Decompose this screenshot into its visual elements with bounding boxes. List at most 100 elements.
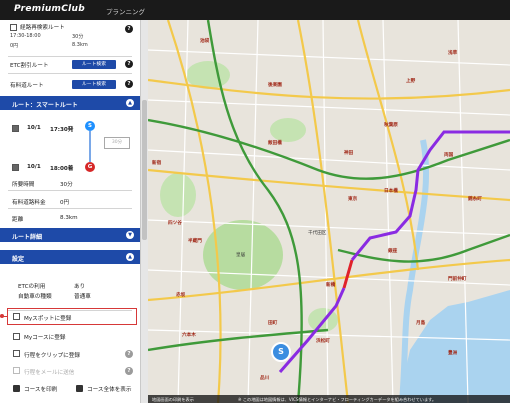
settings-title: 設定 <box>12 255 25 263</box>
stay-duration-pill[interactable]: 30分 <box>104 137 130 149</box>
smart-route-title: ルート：スマートルート <box>12 101 78 109</box>
map-label: 半蔵門 <box>188 239 202 244</box>
map-label: 上野 <box>406 79 416 84</box>
toll-route-label: 有料道ルート <box>10 83 44 89</box>
checkbox-icon <box>13 367 20 374</box>
route-line-red <box>342 259 354 289</box>
map-label: 錦糸町 <box>468 197 482 202</box>
map-label: 浅草 <box>448 51 458 56</box>
map-label: 秋葉原 <box>384 123 398 128</box>
divider <box>8 208 132 209</box>
end-date: 10/1 <box>27 164 41 170</box>
map-graphics <box>148 20 510 403</box>
collapse-chevron-icon[interactable]: ▲ <box>126 99 134 107</box>
route-connector-line <box>89 131 91 162</box>
help-icon[interactable]: ? <box>125 60 133 68</box>
bay-water <box>398 290 510 403</box>
start-time: 17:30発 <box>50 127 74 133</box>
map-label: 東京 <box>348 197 358 202</box>
vehicle-type-value: 普通車 <box>74 294 91 300</box>
print-course-link[interactable]: コースを印刷 <box>24 385 57 393</box>
settings-section-header[interactable]: 設定 ▲ <box>0 250 140 264</box>
etc-usage-label: ETCの利用 <box>18 284 46 290</box>
help-icon[interactable]: ? <box>125 367 133 375</box>
map-print-link[interactable]: 地図画面の印刷を表示 <box>152 397 194 403</box>
map-label: 神田 <box>344 151 354 156</box>
add-my-course-link[interactable]: Myコースに登録 <box>24 333 65 341</box>
route-type-icon <box>10 24 17 31</box>
collapse-chevron-icon[interactable]: ▲ <box>126 253 134 261</box>
map-label: 新宿 <box>152 161 162 166</box>
map-label: 後楽園 <box>268 83 282 88</box>
route-detail-section-header[interactable]: ルート詳細 ▼ <box>0 228 140 242</box>
route-sidebar: 経路再検索ルート 17:30-18:00 30分 0円 8.3km ? ETC割… <box>0 20 141 403</box>
toll-value: 0円 <box>60 200 70 206</box>
distance-label: 距離 <box>12 217 24 223</box>
etc-route-search-button[interactable]: ルート検索 <box>72 60 116 69</box>
toll-label: 有料道路料金 <box>12 200 46 206</box>
map-label: 赤坂 <box>176 293 186 298</box>
map-label: 品川 <box>260 376 270 381</box>
highlight-callout-box <box>7 308 137 325</box>
map-canvas[interactable]: 池袋 後楽園 上野 秋葉原 神田 東京 日本橋 銀座 新橋 浜松町 田町 品川 … <box>148 20 510 403</box>
print-icon[interactable] <box>13 385 20 392</box>
start-badge: S <box>85 121 95 131</box>
map-label: 田町 <box>268 321 278 326</box>
route-line-purple <box>278 287 346 373</box>
route-summary-time: 17:30-18:00 <box>10 33 41 39</box>
duration-label: 所要時間 <box>12 182 35 188</box>
toll-route-search-button[interactable]: ルート検索 <box>72 80 116 89</box>
send-mail-link: 行程をメールに送信 <box>24 370 75 376</box>
checkbox-icon[interactable] <box>13 350 20 357</box>
map-label: 飯田橋 <box>268 141 282 146</box>
route-summary-title: 経路再検索ルート <box>20 25 65 31</box>
route-summary-distance: 8.3km <box>72 42 88 48</box>
start-point-icon <box>12 125 19 132</box>
grid-icon[interactable] <box>76 385 83 392</box>
route-summary-duration: 30分 <box>72 34 84 40</box>
help-icon[interactable]: ? <box>125 25 133 33</box>
divider <box>8 190 132 191</box>
distance-value: 8.3km <box>60 215 78 221</box>
map-label: 千代田区 <box>308 231 327 236</box>
map-label: 四ツ谷 <box>168 221 182 226</box>
add-clip-link[interactable]: 行程をクリップに登録 <box>24 351 80 359</box>
start-map-marker[interactable]: S <box>271 342 291 362</box>
top-header: PremiumClub プランニング <box>0 0 510 20</box>
show-full-course-link[interactable]: コース全体を表示 <box>87 385 131 393</box>
end-time: 18:00着 <box>50 166 74 172</box>
nav-planning[interactable]: プランニング <box>106 6 145 16</box>
map-label: 浜松町 <box>316 339 330 344</box>
map-label: 六本木 <box>182 333 196 338</box>
divider <box>8 56 132 57</box>
map-label: 両国 <box>444 153 454 158</box>
route-detail-title: ルート詳細 <box>12 233 43 241</box>
callout-dot <box>0 314 4 318</box>
help-icon[interactable]: ? <box>125 80 133 88</box>
expand-chevron-icon[interactable]: ▼ <box>126 231 134 239</box>
map-label: 日本橋 <box>384 189 398 194</box>
etc-route-label: ETC割引ルート <box>10 63 49 69</box>
end-point-icon <box>12 164 19 171</box>
map-label: 池袋 <box>200 39 210 44</box>
map-label: 豊洲 <box>448 351 458 356</box>
duration-value: 30分 <box>60 182 73 188</box>
route-line-purple <box>350 130 510 261</box>
map-label: 門前仲町 <box>448 277 467 282</box>
help-icon[interactable]: ? <box>125 350 133 358</box>
goal-badge: G <box>85 162 95 172</box>
map-notice-bar: 地図画面の印刷を表示 ※ この地図は地図情報は、VICS情報とインターナビ・フロ… <box>148 395 510 403</box>
checkbox-icon[interactable] <box>13 333 20 340</box>
premium-club-logo[interactable]: PremiumClub <box>14 4 85 14</box>
map-notice-text: ※ この地図は地図情報は、VICS情報とインターナビ・フローティングカーデータを… <box>238 396 437 402</box>
etc-usage-value: あり <box>74 284 86 290</box>
map-label: 皇居 <box>236 253 246 258</box>
start-date: 10/1 <box>27 125 41 131</box>
map-label: 銀座 <box>388 249 398 254</box>
route-summary[interactable]: 経路再検索ルート 17:30-18:00 30分 0円 8.3km ? <box>0 20 140 56</box>
scrollbar-thumb[interactable] <box>142 100 147 240</box>
smart-route-section-header[interactable]: ルート：スマートルート ▲ <box>0 96 140 110</box>
divider <box>8 73 132 74</box>
map-label: 月島 <box>416 321 426 326</box>
map-label: 新橋 <box>326 283 336 288</box>
